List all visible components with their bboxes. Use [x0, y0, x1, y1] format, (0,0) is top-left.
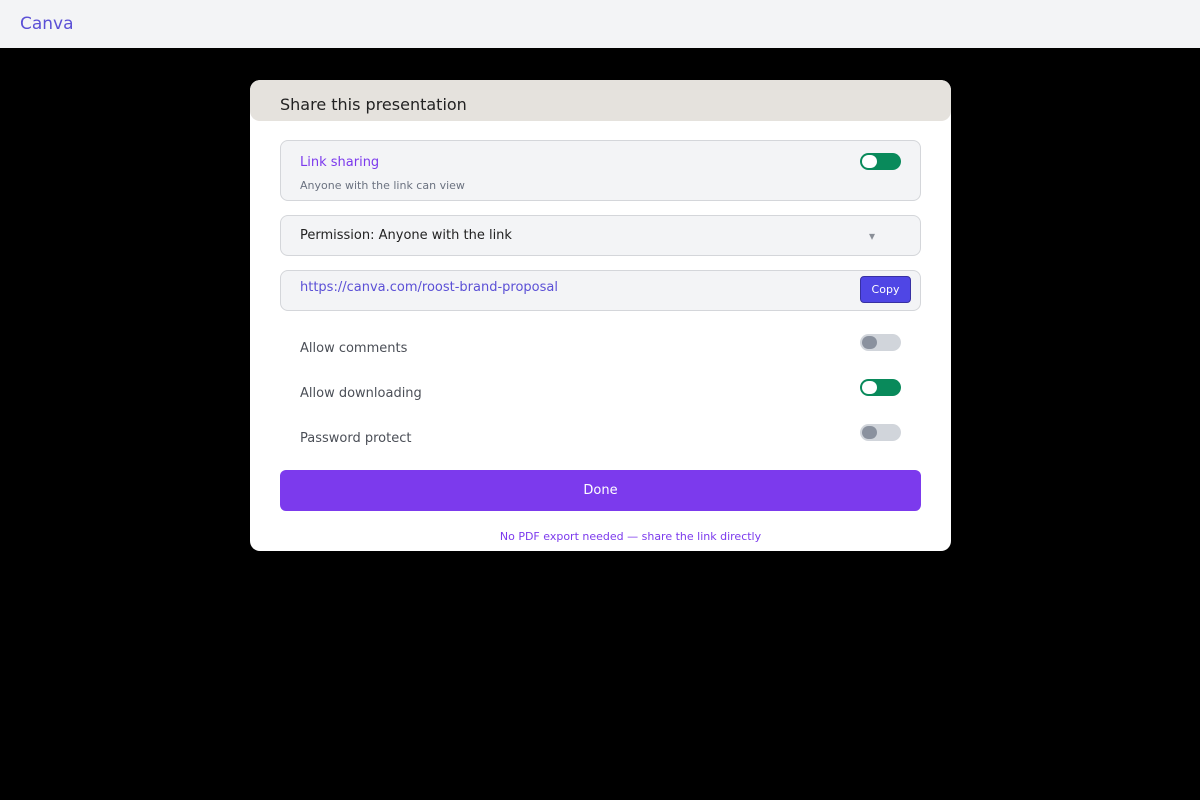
link-sharing-card: Link sharing Anyone with the link can vi…: [280, 140, 921, 201]
share-url-field: https://canva.com/roost-brand-proposal C…: [280, 270, 921, 311]
allow-downloading-toggle[interactable]: [860, 379, 901, 396]
allow-comments-toggle[interactable]: [860, 334, 901, 351]
toggle-knob: [862, 381, 877, 394]
toggle-knob: [862, 155, 877, 168]
toggle-knob: [862, 336, 877, 349]
option-row-password-protect: Password protect: [280, 424, 921, 454]
done-button[interactable]: Done: [280, 470, 921, 511]
permission-select[interactable]: Permission: Anyone with the link ▾: [280, 215, 921, 256]
top-bar: Canva: [0, 0, 1200, 48]
permission-label: Permission: Anyone with the link: [300, 228, 512, 243]
share-url-text[interactable]: https://canva.com/roost-brand-proposal: [300, 280, 558, 295]
footnote-text: No PDF export needed — share the link di…: [499, 530, 762, 543]
password-protect-toggle[interactable]: [860, 424, 901, 441]
dialog-title: Share this presentation: [250, 80, 951, 121]
chevron-down-icon: ▾: [869, 229, 876, 243]
share-dialog: Share this presentation Link sharing Any…: [250, 80, 951, 551]
allow-downloading-label: Allow downloading: [300, 386, 422, 401]
toggle-knob: [862, 426, 877, 439]
link-sharing-title: Link sharing: [300, 155, 380, 170]
option-row-allow-comments: Allow comments: [280, 334, 921, 364]
allow-comments-label: Allow comments: [300, 341, 408, 356]
copy-link-button[interactable]: Copy: [860, 276, 911, 303]
link-sharing-toggle[interactable]: [860, 153, 901, 170]
link-sharing-subtitle: Anyone with the link can view: [300, 179, 465, 192]
password-protect-label: Password protect: [300, 431, 412, 446]
option-row-allow-downloading: Allow downloading: [280, 379, 921, 409]
canva-logo[interactable]: Canva: [20, 14, 74, 34]
